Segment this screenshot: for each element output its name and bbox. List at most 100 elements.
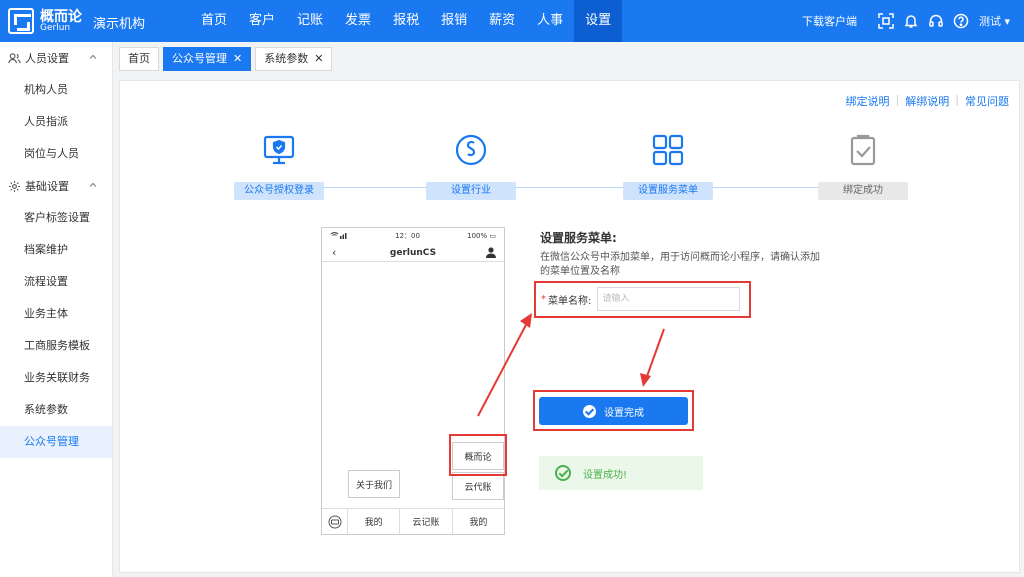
- help-icon[interactable]: [953, 13, 969, 29]
- nav-reimburse[interactable]: 报销: [430, 0, 478, 42]
- brand-logo[interactable]: 概而论 Gerlun: [8, 6, 88, 36]
- user-menu[interactable]: 测试 ▾: [979, 13, 1010, 29]
- phone-menu-mine-2: 我的: [469, 518, 488, 528]
- phone-menu-mine: 我的: [348, 509, 401, 534]
- top-right-tools: 下载客户端 测试 ▾: [802, 0, 1010, 42]
- highlight-box-input: [534, 281, 751, 318]
- sidebar-item-assign[interactable]: 人员指派: [0, 106, 112, 138]
- monitor-shield-icon: [263, 135, 295, 165]
- step-label: 设置行业: [426, 182, 516, 200]
- phone-account-name: gerlunCS: [389, 247, 437, 258]
- close-icon[interactable]: ✕: [233, 48, 242, 70]
- sidebar-item-official-account[interactable]: 公众号管理: [0, 426, 112, 458]
- sidebar-item-business-entity[interactable]: 业务主体: [0, 298, 112, 330]
- nav-settings[interactable]: 设置: [574, 0, 623, 42]
- success-text: 设置成功!: [583, 469, 628, 481]
- step-label: 公众号授权登录: [234, 182, 324, 200]
- nav-bookkeeping[interactable]: 记账: [286, 0, 334, 42]
- form-description: 在微信公众号中添加菜单，用于访问概而论小程序，请确认添加的菜单位置及名称: [540, 252, 820, 277]
- phone-time: 12：00: [395, 232, 420, 240]
- form-title: 设置服务菜单:: [540, 231, 617, 245]
- tab-label: 首页: [128, 52, 150, 65]
- arrow-to-button: [645, 328, 665, 380]
- battery-level: 100%: [467, 232, 488, 240]
- phone-status-bar: 12：00 100% ▭: [322, 228, 504, 244]
- faq-link[interactable]: 常见问题: [965, 93, 1009, 109]
- chevron-up-icon: [89, 54, 97, 59]
- sidebar-item-finance-link[interactable]: 业务关联财务: [0, 362, 112, 394]
- help-links: 绑定说明 | 解绑说明 | 常见问题: [846, 93, 1009, 109]
- step-bind-success: 绑定成功: [818, 133, 908, 200]
- highlight-box-submenu: [449, 434, 507, 476]
- scan-icon[interactable]: [878, 13, 894, 29]
- users-icon: [8, 52, 21, 63]
- step-industry: 设置行业: [426, 133, 516, 200]
- arrow-head: [520, 313, 532, 328]
- download-client-link[interactable]: 下载客户端: [802, 13, 857, 29]
- nav-invoice[interactable]: 发票: [334, 0, 382, 42]
- tab-home[interactable]: 首页: [119, 47, 159, 71]
- step-service-menu: 设置服务菜单: [623, 133, 713, 200]
- divider: |: [895, 93, 900, 106]
- nav-home[interactable]: 首页: [190, 0, 238, 42]
- sidebar-item-positions[interactable]: 岗位与人员: [0, 138, 112, 170]
- phone-battery: 100% ▭: [467, 232, 496, 240]
- step-label: 设置服务菜单: [623, 182, 713, 200]
- sidebar-group-label: 人员设置: [25, 52, 69, 65]
- sidebar-item-system-params[interactable]: 系统参数: [0, 394, 112, 426]
- brand-name-en: Gerlun: [40, 23, 71, 33]
- sidebar-item-customer-tags[interactable]: 客户标签设置: [0, 202, 112, 234]
- signal-icon: [330, 231, 348, 241]
- battery-icon: ▭: [489, 232, 496, 240]
- sidebar-item-workflow[interactable]: 流程设置: [0, 266, 112, 298]
- tab-label: 公众号管理: [172, 52, 227, 65]
- divider: |: [955, 93, 959, 106]
- bell-icon[interactable]: [903, 13, 919, 29]
- sidebar-item-org-staff[interactable]: 机构人员: [0, 74, 112, 106]
- sidebar-item-archives[interactable]: 档案维护: [0, 234, 112, 266]
- phone-preview: 12：00 100% ▭ ‹ gerlunCS 概而论 关于我们 云代账 我的 …: [321, 227, 507, 535]
- phone-menu-bar: 我的 云记账 我的: [322, 508, 504, 534]
- sidebar-group-personnel[interactable]: 人员设置: [0, 42, 112, 74]
- phone-title-bar: ‹ gerlunCS: [322, 244, 504, 262]
- nav-customer[interactable]: 客户: [238, 0, 286, 42]
- person-icon: [486, 247, 496, 258]
- clipboard-check-icon: [850, 134, 876, 166]
- main-panel: 绑定说明 | 解绑说明 | 常见问题 公众号授权登录 设置行业 设置服务菜单 绑…: [119, 80, 1020, 573]
- close-icon[interactable]: ✕: [314, 48, 323, 70]
- grid-icon: [652, 134, 684, 166]
- back-arrow-icon: ‹: [332, 246, 337, 259]
- nav-salary[interactable]: 薪资: [478, 0, 526, 42]
- org-name[interactable]: 演示机构: [93, 13, 145, 32]
- s-circle-icon: [455, 134, 487, 166]
- step-label: 绑定成功: [818, 182, 908, 200]
- nav-tax[interactable]: 报税: [382, 0, 430, 42]
- sidebar-item-service-template[interactable]: 工商服务模板: [0, 330, 112, 362]
- main-nav: 首页 客户 记账 发票 报税 报销 薪资 人事 设置: [190, 0, 623, 42]
- step-authorize: 公众号授权登录: [234, 133, 324, 200]
- bind-guide-link[interactable]: 绑定说明: [846, 93, 890, 109]
- sidebar: 人员设置 机构人员 人员指派 岗位与人员 基础设置 客户标签设置 档案维护 流程…: [0, 42, 113, 577]
- chevron-up-icon: [89, 182, 97, 187]
- tab-label: 系统参数: [264, 52, 309, 65]
- submenu-item-about: 关于我们: [348, 470, 400, 498]
- page-tabs: 首页 公众号管理 ✕ 系统参数 ✕: [119, 47, 336, 71]
- submenu-item-yundaizhang: 云代账: [452, 472, 504, 500]
- arrow-head: [640, 373, 651, 387]
- keyboard-icon: [322, 509, 348, 534]
- tab-official-account[interactable]: 公众号管理 ✕: [163, 47, 252, 71]
- sidebar-group-basic[interactable]: 基础设置: [0, 170, 112, 202]
- phone-menu-yunjizhang: 云记账: [400, 509, 453, 534]
- success-check-icon: [555, 465, 571, 481]
- success-message: 设置成功!: [539, 456, 703, 490]
- tab-system-params[interactable]: 系统参数 ✕: [255, 47, 333, 71]
- sidebar-group-label: 基础设置: [25, 180, 69, 193]
- steps-progress-line: [280, 187, 905, 188]
- gear-icon: [8, 180, 21, 192]
- unbind-guide-link[interactable]: 解绑说明: [905, 93, 949, 109]
- highlight-box-button: [533, 390, 694, 431]
- nav-hr[interactable]: 人事: [526, 0, 574, 42]
- top-navbar: 概而论 Gerlun 演示机构 首页 客户 记账 发票 报税 报销 薪资 人事 …: [0, 0, 1024, 42]
- headset-icon[interactable]: [928, 13, 944, 29]
- logo-icon: [8, 8, 34, 34]
